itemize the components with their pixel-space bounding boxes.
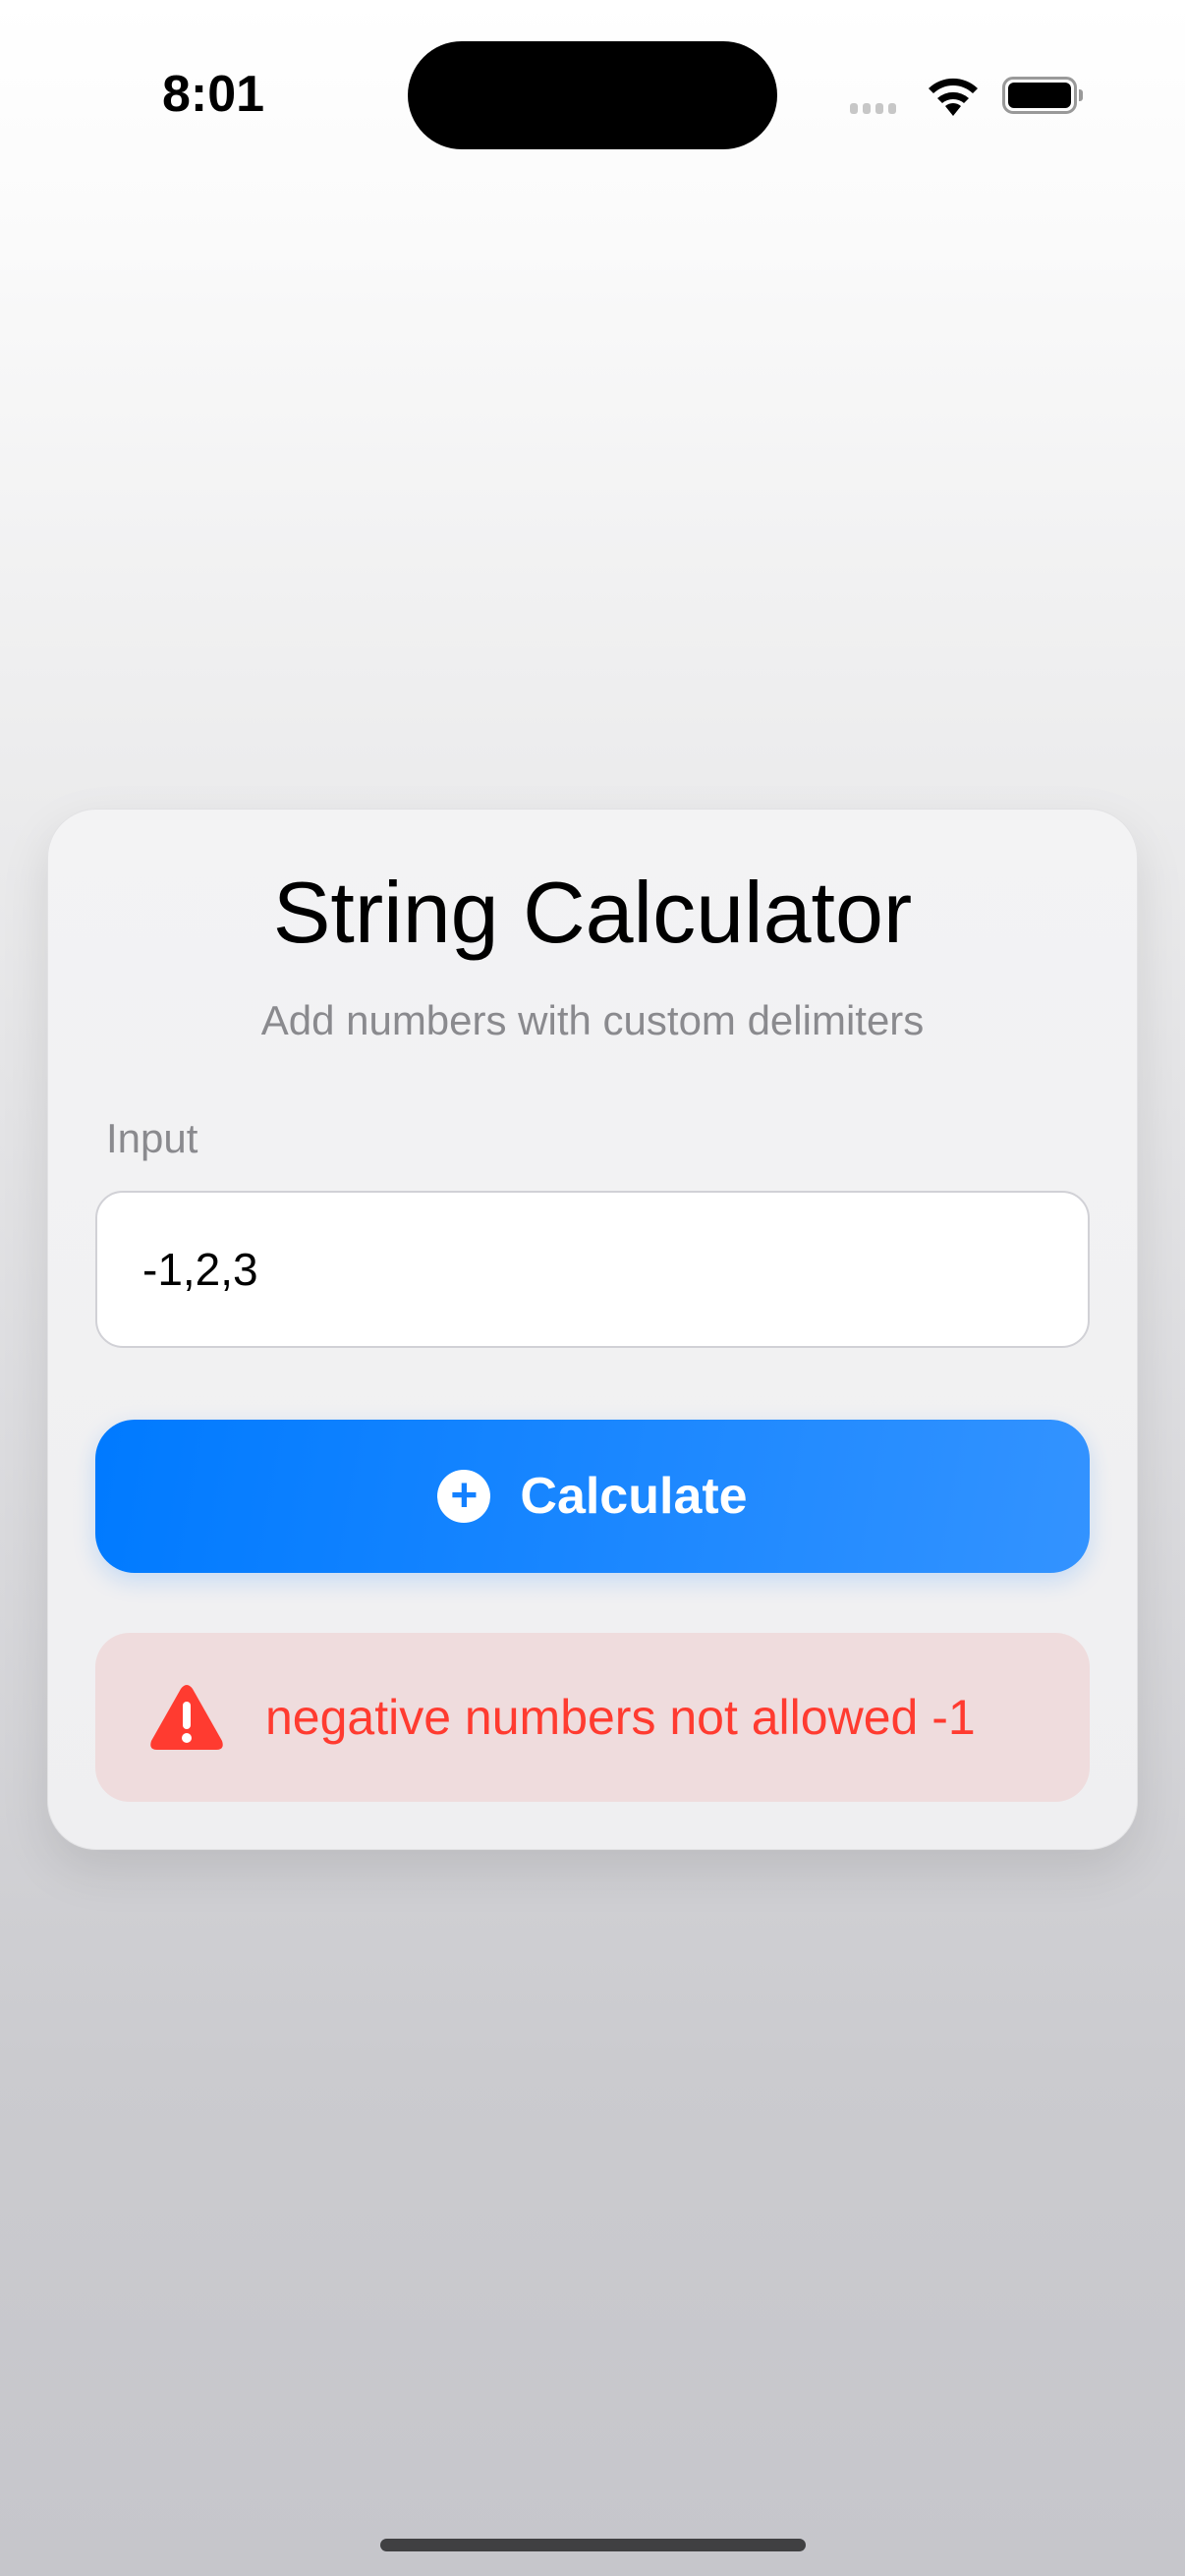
error-banner: negative numbers not allowed -1 [95, 1633, 1090, 1802]
numbers-input[interactable]: -1,2,3 [95, 1191, 1090, 1348]
plus-circle-icon: + [437, 1470, 491, 1523]
page-title: String Calculator [272, 864, 913, 961]
calculate-button-label: Calculate [520, 1468, 748, 1525]
battery-icon [1002, 77, 1083, 114]
page-subtitle: Add numbers with custom delimiters [260, 997, 925, 1043]
input-label: Input [106, 1115, 198, 1161]
home-indicator[interactable] [380, 2539, 806, 2551]
status-time: 8:01 [162, 66, 265, 123]
cellular-signal-icon [850, 103, 896, 114]
calculate-button[interactable]: + Calculate [95, 1420, 1090, 1573]
wifi-icon [929, 78, 978, 116]
dynamic-island [408, 41, 777, 149]
warning-triangle-icon [150, 1685, 223, 1750]
error-message: negative numbers not allowed -1 [265, 1690, 976, 1745]
